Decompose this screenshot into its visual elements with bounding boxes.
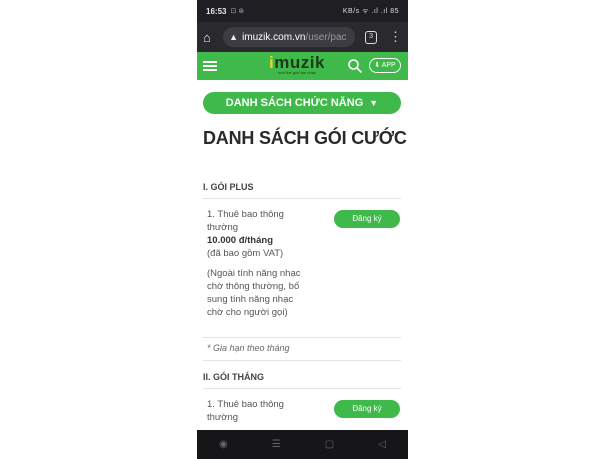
package-description-line: sung tính năng nhạc [207, 294, 294, 305]
home-icon[interactable]: ⌂ [203, 30, 219, 45]
package-name-line2: thường [207, 222, 239, 233]
package-description-line: (Ngoài tính năng nhạc [207, 268, 301, 279]
warning-icon: ▲ [229, 32, 239, 42]
page-content: DANH SÁCH CHỨC NĂNG ▼ DANH SÁCH GÓI CƯỚC … [197, 80, 408, 430]
download-app-button[interactable]: ⬇ APP [369, 58, 401, 73]
status-notification-icons: ⊡ ⊛ [230, 8, 245, 15]
status-signal-battery: KB/s ᯤ .ıl .ıl 85 [342, 7, 399, 15]
divider [203, 337, 401, 338]
back-icon[interactable]: ◁ [378, 439, 386, 450]
package-vat: (đã bao gồm VAT) [207, 248, 284, 259]
divider [203, 360, 401, 361]
chevron-down-icon: ▼ [369, 98, 379, 108]
browser-toolbar: ⌂ ▲ imuzik.com.vn/user/pac 3 ⋮ [197, 22, 408, 52]
package-month-basic: 1. Thuê bao thông thường [207, 398, 317, 424]
more-menu-icon[interactable]: ⋮ [389, 29, 402, 45]
tab-switcher-button[interactable]: 3 [365, 30, 377, 44]
divider [203, 198, 401, 199]
package-description-line: chờ thông thường, bổ [207, 281, 300, 292]
function-list-label: DANH SÁCH CHỨC NĂNG [225, 97, 364, 109]
system-navigation-bar: ◉ ☰ ▢ ◁ [197, 430, 408, 459]
package-name-line1: 1. Thuê bao thông [207, 209, 284, 220]
url-host: imuzik.com.vn [242, 31, 306, 43]
register-button[interactable]: Đăng ký [334, 210, 400, 228]
package-plus-basic: 1. Thuê bao thông thường 10.000 đ/tháng … [207, 208, 317, 319]
site-header: imuzik lưới thế giới âm nhạc ⬇ APP [197, 52, 408, 80]
package-name-line2: thường [207, 412, 239, 423]
address-bar[interactable]: ▲ imuzik.com.vn/user/pac [223, 27, 356, 47]
package-name-line1: 1. Thuê bao thông [207, 399, 284, 410]
renew-note: * Gia hạn theo tháng [207, 343, 290, 353]
imuzik-logo[interactable]: imuzik lưới thế giới âm nhạc [269, 53, 325, 75]
function-list-dropdown[interactable]: DANH SÁCH CHỨC NĂNG ▼ [203, 92, 401, 114]
package-description-line: chờ cho người gọi) [207, 307, 288, 318]
package-price: 10.000 đ/tháng [207, 235, 273, 246]
divider [203, 388, 401, 389]
section-heading-plus: I. GÓI PLUS [203, 182, 254, 192]
page-title: DANH SÁCH GÓI CƯỚC [203, 128, 407, 148]
recents-icon[interactable]: ☰ [272, 439, 281, 450]
register-button[interactable]: Đăng ký [334, 400, 400, 418]
home-nav-icon[interactable]: ▢ [325, 439, 334, 450]
phone-screen: 16:53 ⊡ ⊛ KB/s ᯤ .ıl .ıl 85 ⌂ ▲ imuzik.c… [197, 0, 408, 459]
search-icon[interactable] [347, 58, 363, 74]
section-heading-month: II. GÓI THÁNG [203, 372, 265, 382]
hamburger-menu-icon[interactable] [203, 59, 217, 73]
assistant-icon[interactable]: ◉ [219, 439, 228, 450]
status-bar: 16:53 ⊡ ⊛ KB/s ᯤ .ıl .ıl 85 [197, 0, 408, 22]
url-path: /user/pac [305, 31, 347, 43]
status-time: 16:53 [206, 6, 227, 16]
